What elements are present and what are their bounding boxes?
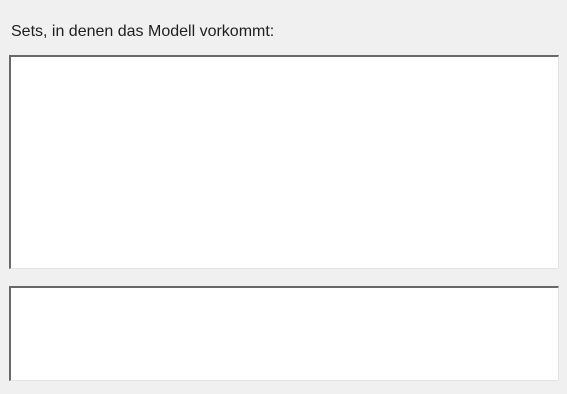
sets-panel: Sets, in denen das Modell vorkommt: — [0, 0, 567, 394]
sets-label: Sets, in denen das Modell vorkommt: — [11, 23, 275, 40]
detail-listbox[interactable] — [9, 286, 559, 381]
sets-listbox[interactable] — [9, 55, 559, 269]
